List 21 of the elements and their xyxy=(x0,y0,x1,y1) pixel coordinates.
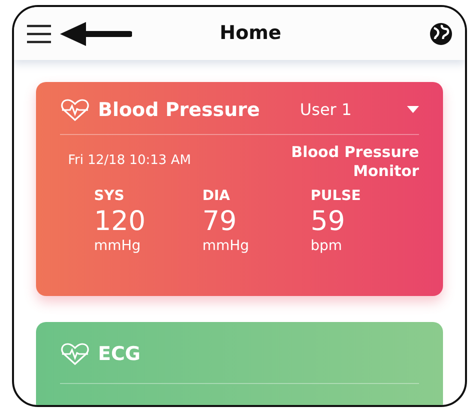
reading-unit: mmHg xyxy=(94,237,141,256)
reading-unit: mmHg xyxy=(202,237,250,256)
reading-unit: bpm xyxy=(310,237,342,256)
card-title: ECG xyxy=(98,342,141,367)
card-title: Blood Pressure xyxy=(98,98,260,123)
heart-pulse-icon xyxy=(60,98,90,122)
page-title: Home xyxy=(220,22,282,44)
dropdown-caret-icon[interactable] xyxy=(407,106,419,114)
reading-label: SYS xyxy=(94,186,124,206)
reading-value: 120 xyxy=(94,206,146,236)
menu-icon[interactable] xyxy=(26,24,52,44)
device-name: Blood Pressure Monitor xyxy=(290,142,419,182)
reading-value: 79 xyxy=(202,206,237,236)
heart-pulse-icon xyxy=(60,342,90,366)
measurement-date: Fri 12/18 10:13 AM xyxy=(68,152,191,170)
globe-icon[interactable] xyxy=(429,22,453,46)
arrow-icon xyxy=(60,20,132,46)
reading-label: DIA xyxy=(202,186,230,206)
reading-value: 59 xyxy=(310,206,346,236)
user-selector[interactable]: User 1 xyxy=(300,98,407,122)
reading-label: PULSE xyxy=(310,186,361,206)
